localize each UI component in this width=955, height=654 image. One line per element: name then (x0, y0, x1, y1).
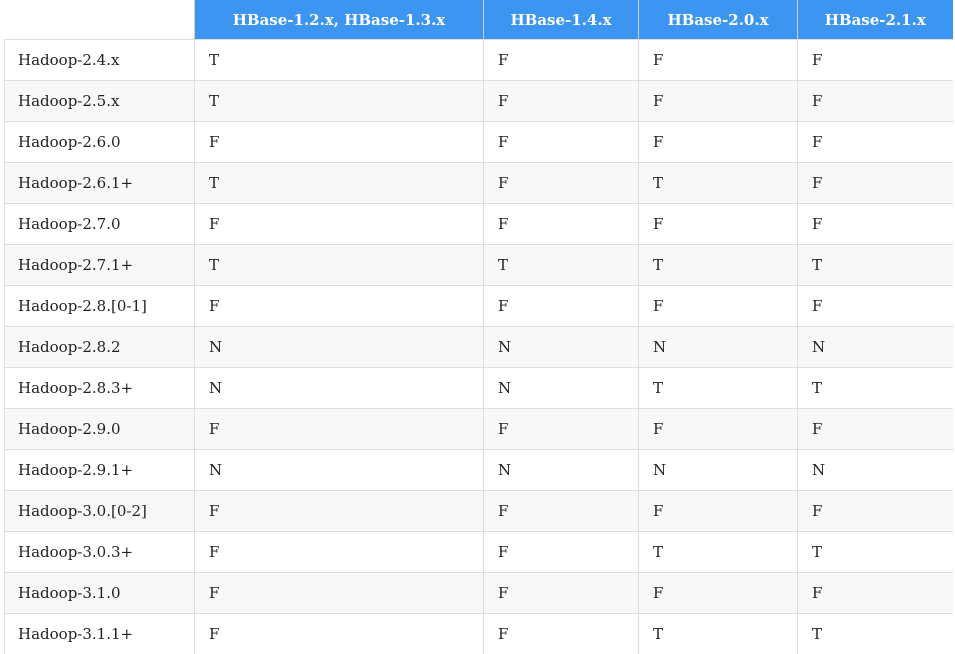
row-header: Hadoop-2.9.1+ (4, 449, 195, 491)
table-cell: F (638, 490, 798, 532)
table-cell: F (638, 203, 798, 245)
table-row: Hadoop-3.0.[0-2] F F F F (4, 490, 953, 532)
table-row: Hadoop-2.6.1+ T F T F (4, 162, 953, 204)
table-cell: F (483, 39, 639, 81)
table-cell: F (638, 80, 798, 122)
table-row: Hadoop-2.4.x T F F F (4, 39, 953, 81)
column-header: HBase-1.4.x (483, 0, 639, 40)
table-cell: F (194, 531, 484, 573)
table-cell: F (194, 285, 484, 327)
table-cell: F (194, 121, 484, 163)
table-cell: N (483, 449, 639, 491)
corner-cell (4, 0, 195, 40)
row-header: Hadoop-2.8.2 (4, 326, 195, 368)
table-row: Hadoop-3.0.3+ F F T T (4, 531, 953, 573)
table-cell: N (194, 326, 484, 368)
table-cell: T (797, 613, 953, 654)
row-header: Hadoop-2.4.x (4, 39, 195, 81)
table-row: Hadoop-2.6.0 F F F F (4, 121, 953, 163)
table-cell: F (194, 408, 484, 450)
table-cell: T (638, 244, 798, 286)
table-cell: F (797, 121, 953, 163)
table-cell: F (797, 572, 953, 614)
table-header: HBase-1.2.x, HBase-1.3.x HBase-1.4.x HBa… (4, 0, 953, 40)
table-cell: F (483, 162, 639, 204)
table-cell: T (194, 162, 484, 204)
table-cell: F (638, 572, 798, 614)
table-cell: N (194, 367, 484, 409)
table-cell: T (638, 162, 798, 204)
table-cell: F (797, 408, 953, 450)
table-cell: F (194, 490, 484, 532)
table-cell: F (483, 531, 639, 573)
row-header: Hadoop-2.8.3+ (4, 367, 195, 409)
row-header: Hadoop-2.7.0 (4, 203, 195, 245)
table-cell: F (797, 285, 953, 327)
table-cell: F (194, 203, 484, 245)
table-cell: N (797, 449, 953, 491)
table-cell: F (638, 285, 798, 327)
row-header: Hadoop-2.6.0 (4, 121, 195, 163)
table-cell: N (483, 367, 639, 409)
table-row: Hadoop-2.7.1+ T T T T (4, 244, 953, 286)
table-cell: N (638, 449, 798, 491)
table-row: Hadoop-3.1.0 F F F F (4, 572, 953, 614)
table-cell: F (194, 613, 484, 654)
column-header: HBase-2.1.x (797, 0, 953, 40)
row-header: Hadoop-2.7.1+ (4, 244, 195, 286)
table-cell: N (483, 326, 639, 368)
table-cell: T (638, 531, 798, 573)
table-cell: F (638, 121, 798, 163)
table-row: Hadoop-2.5.x T F F F (4, 80, 953, 122)
row-header: Hadoop-3.1.1+ (4, 613, 195, 654)
table-cell: T (638, 367, 798, 409)
table-cell: F (797, 39, 953, 81)
table-cell: T (194, 244, 484, 286)
row-header: Hadoop-3.0.3+ (4, 531, 195, 573)
row-header: Hadoop-3.0.[0-2] (4, 490, 195, 532)
table-cell: T (638, 613, 798, 654)
table-row: Hadoop-2.9.1+ N N N N (4, 449, 953, 491)
table-body: Hadoop-2.4.x T F F F Hadoop-2.5.x T F F … (4, 39, 953, 654)
table-cell: N (638, 326, 798, 368)
table-cell: T (483, 244, 639, 286)
table-cell: F (483, 490, 639, 532)
table-cell: F (797, 80, 953, 122)
table-cell: N (194, 449, 484, 491)
table-cell: F (194, 572, 484, 614)
column-header: HBase-2.0.x (638, 0, 798, 40)
row-header: Hadoop-2.6.1+ (4, 162, 195, 204)
row-header: Hadoop-3.1.0 (4, 572, 195, 614)
table-cell: F (483, 285, 639, 327)
table-cell: T (797, 244, 953, 286)
table-cell: T (194, 80, 484, 122)
table-cell: T (194, 39, 484, 81)
table-cell: F (483, 613, 639, 654)
header-row: HBase-1.2.x, HBase-1.3.x HBase-1.4.x HBa… (4, 0, 953, 40)
table-row: Hadoop-3.1.1+ F F T T (4, 613, 953, 654)
table-row: Hadoop-2.8.[0-1] F F F F (4, 285, 953, 327)
table-cell: F (483, 572, 639, 614)
table-cell: F (638, 408, 798, 450)
table-cell: F (638, 39, 798, 81)
table-cell: F (483, 203, 639, 245)
table-row: Hadoop-2.9.0 F F F F (4, 408, 953, 450)
table-cell: F (483, 121, 639, 163)
table-cell: N (797, 326, 953, 368)
table-cell: F (483, 408, 639, 450)
row-header: Hadoop-2.9.0 (4, 408, 195, 450)
compatibility-matrix-table: HBase-1.2.x, HBase-1.3.x HBase-1.4.x HBa… (4, 0, 953, 654)
table-row: Hadoop-2.7.0 F F F F (4, 203, 953, 245)
table-row: Hadoop-2.8.3+ N N T T (4, 367, 953, 409)
table-cell: F (797, 162, 953, 204)
table-cell: T (797, 531, 953, 573)
table-row: Hadoop-2.8.2 N N N N (4, 326, 953, 368)
row-header: Hadoop-2.5.x (4, 80, 195, 122)
table-cell: T (797, 367, 953, 409)
table-cell: F (797, 490, 953, 532)
table-cell: F (483, 80, 639, 122)
row-header: Hadoop-2.8.[0-1] (4, 285, 195, 327)
table-cell: F (797, 203, 953, 245)
column-header: HBase-1.2.x, HBase-1.3.x (194, 0, 484, 40)
